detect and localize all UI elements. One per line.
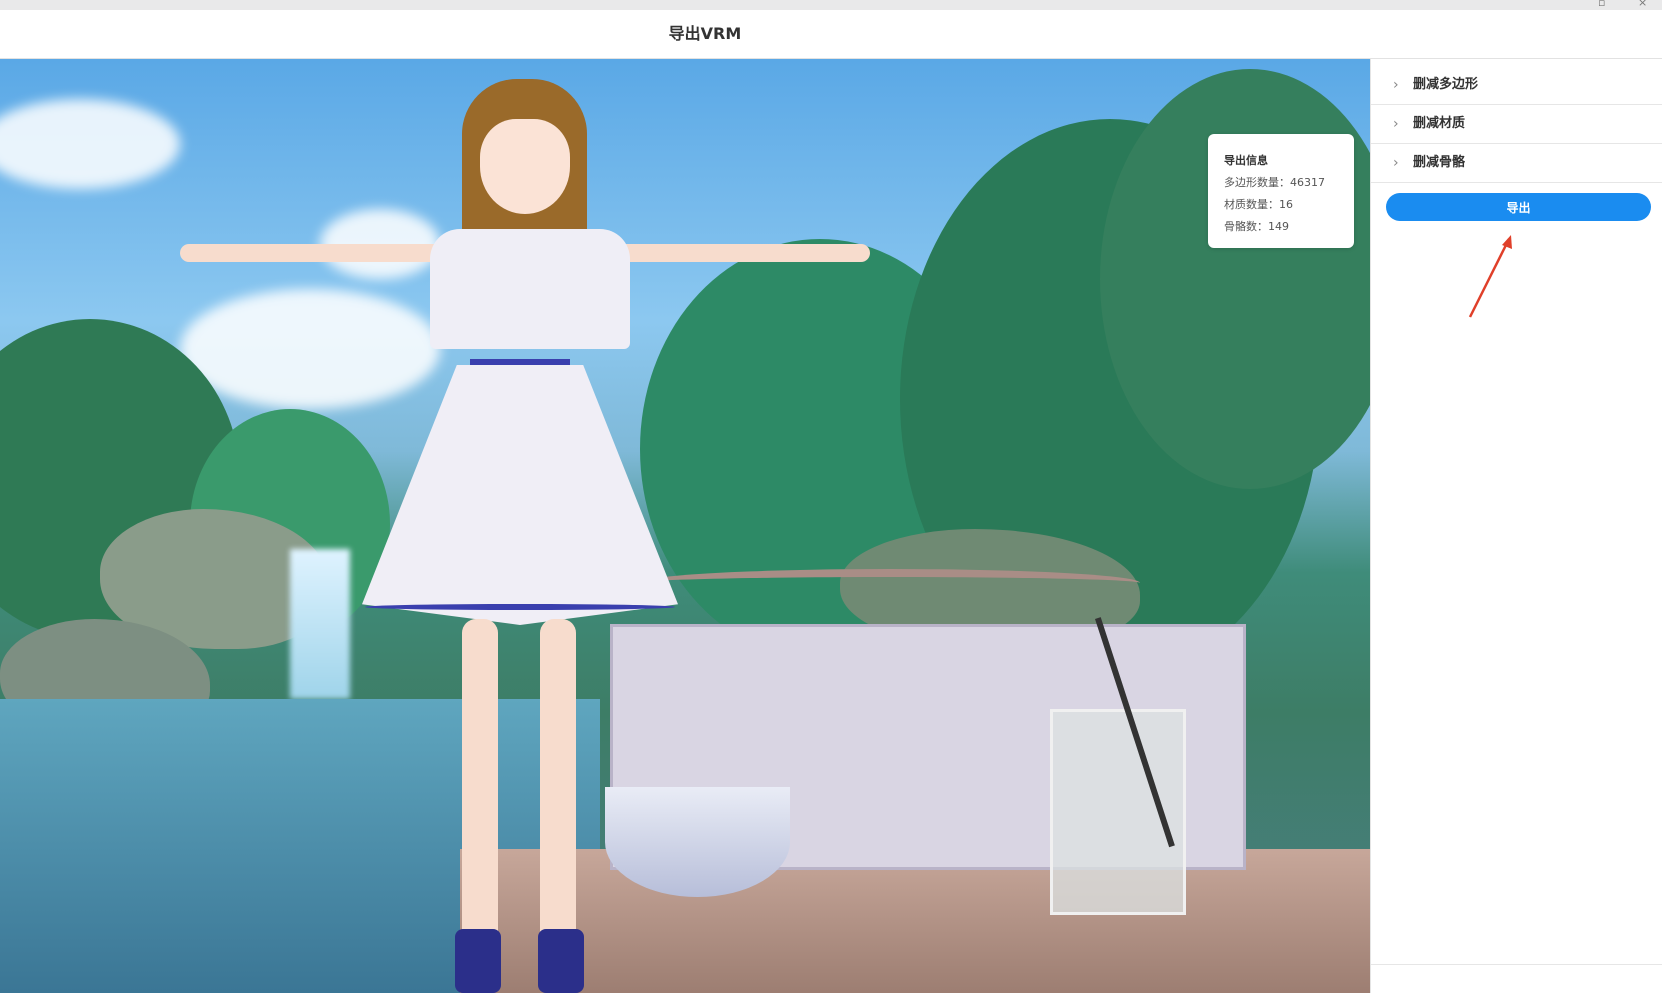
model-preview-viewport[interactable]: 导出信息 多边形数量：46317 材质数量：16 骨骼数：149 [0, 59, 1370, 993]
skirt-trim [365, 604, 675, 610]
character-ribbon [470, 359, 570, 365]
export-settings-panel: › 删减多边形 › 删减材质 › 删减骨骼 导出 [1370, 59, 1662, 993]
character-blouse [430, 229, 630, 349]
minimize-icon[interactable]: ▫ [1598, 0, 1605, 8]
waterfall [290, 549, 350, 699]
annotation-arrow-icon [1468, 235, 1512, 318]
export-info-title: 导出信息 [1224, 154, 1268, 167]
drink-glass [1050, 709, 1186, 915]
character-right-shoe [538, 929, 584, 993]
character-right-leg [540, 619, 576, 959]
os-title-strip: ▫ × [0, 0, 1662, 10]
character-skirt [362, 365, 678, 625]
character-left-shoe [455, 929, 501, 993]
wooden-deck [460, 849, 1370, 993]
character-left-leg [462, 619, 498, 959]
panel-divider [1371, 964, 1662, 965]
character-face [480, 119, 570, 214]
bone-count: 骨骼数：149 [1224, 220, 1289, 233]
polygon-count: 多边形数量：46317 [1224, 176, 1325, 189]
noodle-bowl [605, 787, 790, 897]
cloud [180, 289, 440, 409]
close-icon[interactable]: × [1638, 0, 1647, 8]
dialog-title: 导出VRM [668, 24, 742, 43]
cloud [0, 99, 180, 189]
dialog-header: 导出VRM [0, 10, 1662, 59]
chair-rail [640, 569, 1140, 597]
material-count: 材质数量：16 [1224, 198, 1293, 211]
export-info-card: 导出信息 多边形数量：46317 材质数量：16 骨骼数：149 [1208, 134, 1354, 248]
